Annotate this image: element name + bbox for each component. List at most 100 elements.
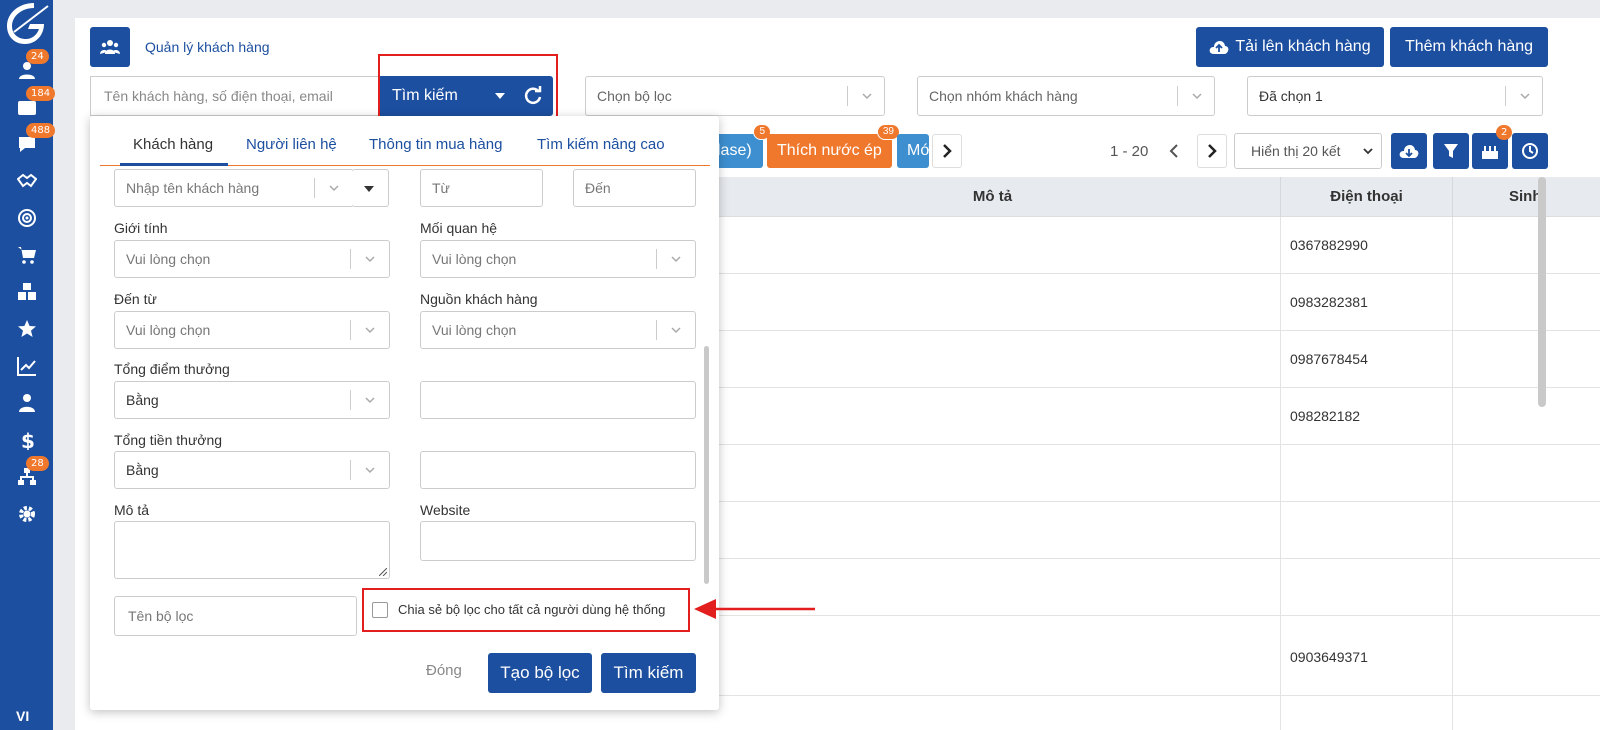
brand-logo-icon[interactable] — [4, 2, 50, 44]
handshake-icon — [16, 173, 37, 188]
from-field[interactable]: Từ — [420, 169, 543, 207]
filter-select-value: Chọn bộ lọc — [597, 88, 672, 104]
download-button[interactable] — [1391, 133, 1427, 169]
chip-label: Mớ — [907, 142, 929, 159]
relation-select[interactable]: Vui lòng chọn — [420, 240, 696, 278]
badge: 184 — [26, 86, 56, 101]
sidebar-item-deals[interactable] — [0, 166, 53, 196]
table-row[interactable] — [705, 616, 1600, 696]
active-tab-indicator — [120, 163, 228, 166]
close-button[interactable]: Đóng — [426, 662, 462, 679]
relation-label: Mối quan hệ — [420, 220, 498, 236]
chevron-down-icon — [365, 397, 375, 404]
caret-down-icon — [364, 186, 374, 192]
sidebar-item-organization[interactable]: 28 — [0, 456, 53, 492]
points-input[interactable] — [420, 381, 696, 419]
filter-select[interactable]: Chọn bộ lọc — [585, 76, 885, 116]
points-operator-select[interactable]: Bằng — [114, 381, 390, 419]
divider — [656, 320, 657, 340]
sidebar-item-finance[interactable]: $ — [0, 425, 53, 455]
segment-chip[interactable]: Mớ — [897, 134, 929, 168]
prev-page-button[interactable] — [1159, 134, 1189, 168]
chevron-down-icon — [365, 327, 375, 334]
sidebar-item-reports[interactable] — [0, 351, 53, 381]
page-size-value: Hiển thị 20 kết — [1251, 143, 1341, 159]
column-header-phone[interactable]: Điện thoại — [1280, 177, 1452, 217]
customer-group-value: Chọn nhóm khách hàng — [929, 88, 1078, 104]
sidebar-item-settings[interactable] — [0, 499, 53, 529]
chevron-right-icon — [943, 144, 952, 158]
annotation-arrow-icon — [694, 599, 815, 619]
filter-button[interactable] — [1433, 133, 1469, 169]
search-input[interactable]: Tên khách hàng, số điện thoại, email — [90, 76, 380, 116]
table-row[interactable] — [705, 331, 1600, 388]
operator-select[interactable] — [352, 169, 389, 207]
customer-name-select[interactable]: Nhập tên khách hàng — [114, 169, 354, 207]
tab-customer[interactable]: Khách hàng — [133, 136, 213, 153]
resize-handle-icon[interactable] — [379, 568, 387, 576]
panel-scrollbar[interactable] — [704, 346, 709, 584]
description-textarea[interactable] — [114, 521, 390, 579]
language-switch[interactable]: VI — [16, 708, 29, 724]
tab-advanced-search[interactable]: Tìm kiếm nâng cao — [537, 136, 665, 153]
divider — [350, 249, 351, 269]
chips-next-button[interactable] — [932, 134, 962, 168]
source-from-select[interactable]: Vui lòng chọn — [114, 311, 390, 349]
filter-name-input[interactable]: Tên bộ lọc — [114, 596, 357, 636]
page-size-select[interactable]: Hiển thị 20 kết — [1234, 133, 1382, 169]
history-button[interactable] — [1512, 133, 1548, 169]
reward-operator-value: Bằng — [126, 462, 159, 478]
chevron-down-icon — [1520, 93, 1530, 100]
table-row[interactable] — [705, 388, 1600, 445]
chart-line-icon — [16, 357, 36, 376]
sidebar-item-messages[interactable]: 488 — [0, 123, 56, 159]
users-icon — [100, 40, 120, 54]
gender-select[interactable]: Vui lòng chọn — [114, 240, 390, 278]
create-filter-button[interactable]: Tạo bộ lọc — [488, 653, 592, 693]
tab-contact-person[interactable]: Người liên hệ — [246, 136, 337, 153]
website-input[interactable] — [420, 521, 696, 561]
table-row[interactable] — [705, 445, 1600, 502]
customer-group-select[interactable]: Chọn nhóm khách hàng — [917, 76, 1215, 116]
table-row[interactable] — [705, 502, 1600, 559]
badge: 24 — [26, 49, 49, 64]
to-field[interactable]: Đến — [573, 169, 696, 207]
sidebar-item-products[interactable] — [0, 277, 53, 307]
table-scrollbar[interactable] — [1538, 177, 1546, 407]
apply-search-button[interactable]: Tìm kiếm — [601, 653, 696, 693]
sidebar-item-staff[interactable] — [0, 388, 53, 418]
chevron-down-icon — [671, 327, 681, 334]
divider — [350, 460, 351, 480]
column-header-birthday[interactable]: Sinh — [1452, 177, 1600, 217]
tab-purchase-info[interactable]: Thông tin mua hàng — [369, 136, 502, 153]
customer-source-select[interactable]: Vui lòng chọn — [420, 311, 696, 349]
sidebar-item-cart[interactable] — [0, 240, 53, 270]
next-page-button[interactable] — [1197, 134, 1227, 168]
birthday-button[interactable]: 2 — [1472, 125, 1513, 169]
sidebar-item-favorites[interactable] — [0, 314, 53, 344]
user-tie-icon — [18, 394, 35, 412]
add-customer-button[interactable]: Thêm khách hàng — [1390, 27, 1548, 67]
chevron-down-icon — [862, 93, 872, 100]
table-row[interactable] — [705, 217, 1600, 274]
sidebar-item-contacts[interactable]: 24 — [0, 49, 53, 85]
sidebar-item-target[interactable] — [0, 203, 53, 233]
column-header-description[interactable]: Mô tả — [705, 177, 1280, 217]
divider — [350, 390, 351, 410]
table-row[interactable] — [705, 274, 1600, 331]
reward-input[interactable] — [420, 451, 696, 489]
upload-customers-button[interactable]: Tải lên khách hàng — [1196, 27, 1384, 67]
page-title[interactable]: Quản lý khách hàng — [145, 39, 270, 55]
table-row[interactable] — [705, 559, 1600, 616]
birthday-cake-icon — [1482, 146, 1498, 159]
chevron-left-icon — [1169, 144, 1178, 158]
segment-chip[interactable]: Thích nước ép 39 — [767, 124, 900, 168]
selected-columns-select[interactable]: Đã chọn 1 — [1247, 76, 1543, 116]
reward-operator-select[interactable]: Bằng — [114, 451, 390, 489]
sidebar-item-inbox[interactable]: 184 — [0, 86, 56, 122]
customers-icon-button[interactable] — [90, 27, 130, 67]
dollar-icon: $ — [21, 430, 35, 450]
highlight-box-share — [362, 588, 690, 632]
website-label: Website — [420, 502, 471, 518]
cloud-download-icon — [1399, 145, 1419, 158]
